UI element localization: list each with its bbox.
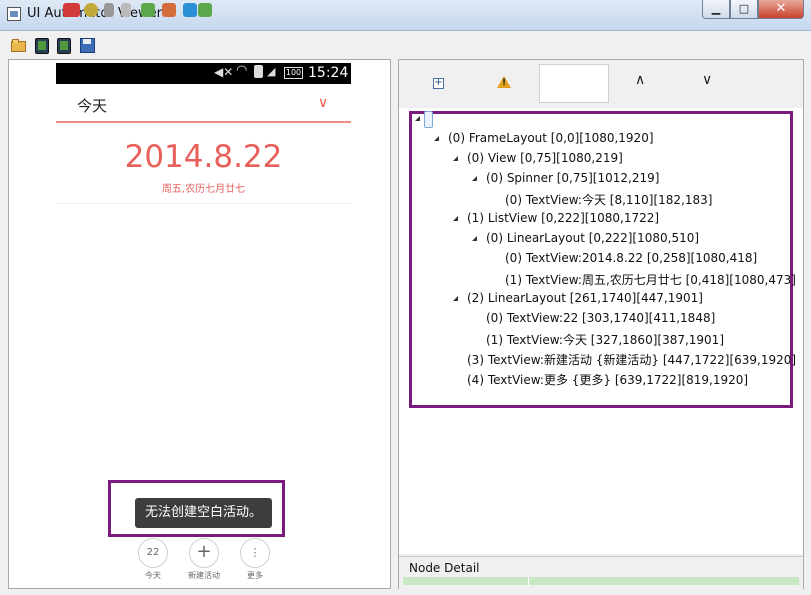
nav-new-event-label: 新建活动 bbox=[188, 571, 220, 580]
notification-icon bbox=[84, 3, 98, 17]
column-divider[interactable] bbox=[528, 577, 529, 585]
spinner-text: 今天 bbox=[77, 97, 108, 115]
maximize-button[interactable]: □ bbox=[730, 0, 758, 19]
minimize-button[interactable]: ▁ bbox=[702, 0, 730, 19]
chevron-down-icon: ∨ bbox=[318, 95, 329, 111]
expand-triangle-icon[interactable] bbox=[452, 295, 460, 303]
tree-node[interactable]: (3) TextView:新建活动 {新建活动} [447,1722][639,… bbox=[467, 351, 796, 368]
node-detail-table[interactable] bbox=[403, 577, 799, 585]
tree-node[interactable]: (0) TextView:22 [303,1740][411,1848] bbox=[486, 311, 715, 325]
status-time: 15:24 bbox=[308, 65, 349, 81]
list-divider bbox=[56, 203, 351, 204]
open-folder-icon[interactable] bbox=[11, 38, 27, 54]
tree-node[interactable]: (1) TextView:今天 [327,1860][387,1901] bbox=[486, 331, 724, 348]
lunar-date-text: 周五,农历七月廿七 bbox=[161, 184, 246, 195]
tree-node[interactable]: (2) LinearLayout [261,1740][447,1901] bbox=[467, 291, 703, 305]
status-bar bbox=[56, 63, 351, 84]
expand-all-icon[interactable]: + bbox=[433, 78, 444, 89]
expand-triangle-icon[interactable] bbox=[452, 155, 460, 163]
device-screenshot-icon[interactable] bbox=[34, 38, 50, 54]
tree-node[interactable]: (0) TextView:2014.8.22 [0,258][1080,418] bbox=[505, 251, 757, 265]
expand-triangle-icon[interactable] bbox=[452, 215, 460, 223]
expand-triangle-icon[interactable] bbox=[414, 115, 422, 123]
android-icon bbox=[141, 3, 155, 17]
barcode-icon bbox=[104, 3, 114, 17]
mute-icon: ◀✕ bbox=[214, 65, 234, 79]
nav-today-label: 今天 bbox=[145, 571, 161, 580]
alarm-icon bbox=[254, 65, 263, 78]
expand-triangle-icon[interactable] bbox=[471, 235, 479, 243]
tree-node[interactable]: (1) ListView [0,222][1080,1722] bbox=[467, 211, 659, 225]
store-icon bbox=[183, 3, 197, 17]
battery-icon: 100 bbox=[284, 67, 303, 79]
android-icon bbox=[198, 3, 212, 17]
close-button[interactable]: ✕ bbox=[758, 0, 804, 19]
warning-mark: ! bbox=[501, 78, 507, 88]
root-node[interactable] bbox=[424, 111, 433, 128]
tree-node[interactable]: (0) View [0,75][1080,219] bbox=[467, 151, 623, 165]
nav-new-event-button[interactable]: + bbox=[189, 538, 219, 568]
nav-more-button[interactable]: ⋮ bbox=[240, 538, 270, 568]
compressed-screenshot-icon[interactable] bbox=[56, 38, 72, 54]
app-notification-icon bbox=[162, 3, 176, 17]
chevron-down-icon[interactable]: ∨ bbox=[702, 72, 712, 88]
expand-triangle-icon[interactable] bbox=[471, 175, 479, 183]
filter-input[interactable] bbox=[539, 64, 609, 103]
chevron-up-icon[interactable]: ∧ bbox=[635, 72, 645, 88]
tree-node[interactable]: (0) FrameLayout [0,0][1080,1920] bbox=[448, 131, 654, 145]
tree-node[interactable]: (0) Spinner [0,75][1012,219] bbox=[486, 171, 659, 185]
app-icon bbox=[7, 7, 21, 21]
signal-icon: ◢ bbox=[267, 65, 276, 78]
save-icon[interactable] bbox=[80, 38, 96, 54]
main-toolbar bbox=[0, 31, 811, 59]
notification-icon bbox=[63, 3, 80, 17]
date-text: 2014.8.22 bbox=[124, 139, 283, 175]
usb-icon bbox=[121, 3, 131, 17]
wifi-icon: ◠ bbox=[236, 63, 248, 78]
node-detail-title: Node Detail bbox=[409, 561, 480, 575]
nav-today-button[interactable]: 22 bbox=[138, 538, 168, 568]
tree-node[interactable]: (1) TextView:周五,农历七月廿七 [0,418][1080,473] bbox=[505, 271, 796, 288]
tree-node[interactable]: (4) TextView:更多 {更多} [639,1722][819,1920… bbox=[467, 371, 748, 388]
toast-message: 无法创建空白活动。 bbox=[135, 498, 272, 528]
tree-node[interactable]: (0) LinearLayout [0,222][1080,510] bbox=[486, 231, 699, 245]
expand-triangle-icon[interactable] bbox=[433, 135, 441, 143]
tree-node[interactable]: (0) TextView:今天 [8,110][182,183] bbox=[505, 191, 712, 208]
nav-more-label: 更多 bbox=[247, 571, 263, 580]
